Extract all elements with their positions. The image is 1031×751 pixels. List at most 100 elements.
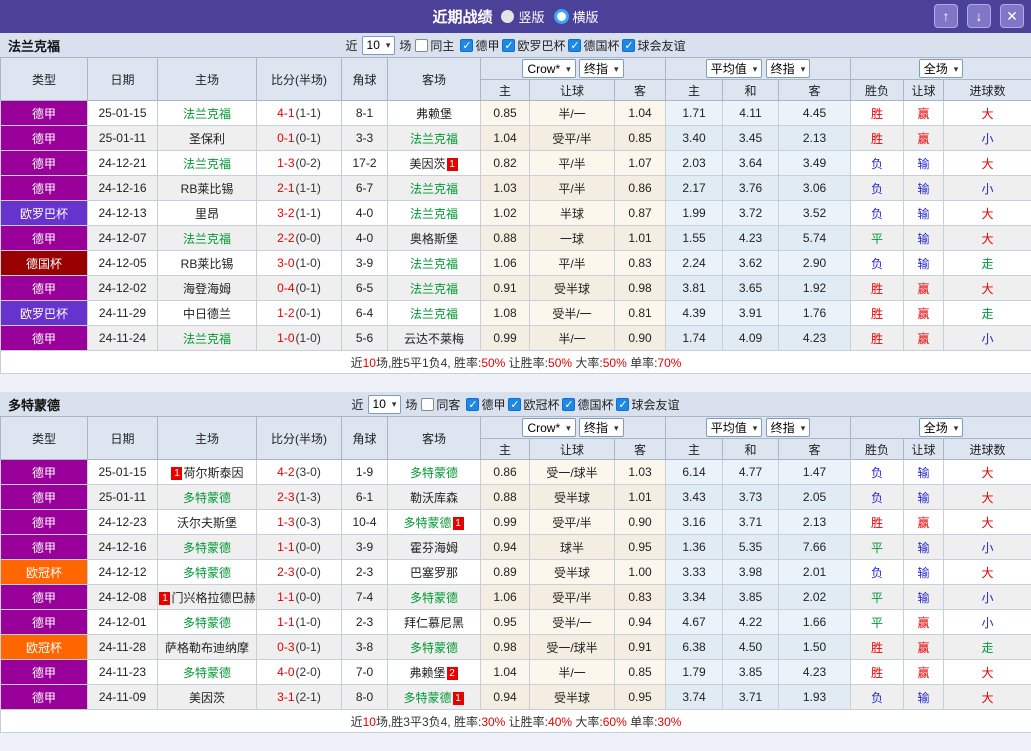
cell-score: 4-2(3-0) bbox=[257, 460, 342, 485]
cell-odds-2: 1.01 bbox=[615, 226, 666, 251]
league-filter-checkbox[interactable]: ✓德国杯 bbox=[568, 37, 619, 54]
cell-avg-0: 1.55 bbox=[666, 226, 723, 251]
same-venue-label: 同主 bbox=[430, 37, 454, 54]
checkbox-icon[interactable]: ✓ bbox=[622, 39, 635, 52]
cell-avg-1: 3.85 bbox=[723, 660, 779, 685]
cell-result-0: 平 bbox=[851, 610, 904, 635]
recent-count-select[interactable]: 10 ▾ bbox=[368, 395, 402, 414]
checkbox-icon[interactable] bbox=[415, 39, 428, 52]
cell-avg-0: 6.38 bbox=[666, 635, 723, 660]
cell-corner: 8-1 bbox=[342, 101, 388, 126]
results-table: 类型 日期 主场 比分(半场) 角球 客场 Crow*▾ 终指▾ 平均值▾ 终指… bbox=[0, 416, 1031, 733]
cell-odds-2: 0.85 bbox=[615, 660, 666, 685]
checkbox-icon[interactable]: ✓ bbox=[502, 39, 515, 52]
final-odds-select-2[interactable]: 终指▾ bbox=[766, 418, 811, 437]
match-row: 欧冠杯24-12-12多特蒙德2-3(0-0)2-3巴塞罗那0.89受半球1.0… bbox=[1, 560, 1031, 585]
cell-avg-1: 4.77 bbox=[723, 460, 779, 485]
cell-odds-1: 平/半 bbox=[530, 251, 615, 276]
half-score: (0-0) bbox=[296, 231, 321, 245]
match-scope-select[interactable]: 全场▾ bbox=[919, 59, 964, 78]
cell-home-team: 法兰克福 bbox=[158, 101, 257, 126]
full-score: 1-1 bbox=[277, 615, 294, 629]
cell-corner: 10-4 bbox=[342, 510, 388, 535]
cell-odds-0: 0.95 bbox=[481, 610, 530, 635]
cell-odds-1: 受半球 bbox=[530, 485, 615, 510]
league-filter-checkbox[interactable]: ✓德甲 bbox=[466, 396, 505, 413]
checkbox-icon[interactable]: ✓ bbox=[460, 39, 473, 52]
recent-count-value: 10 bbox=[367, 37, 380, 53]
summary-text: 近10场,胜5平1负4, 胜率:50% 让胜率:50% 大率:50% 单率:70… bbox=[1, 351, 1031, 374]
cell-home-team: 多特蒙德 bbox=[158, 660, 257, 685]
cell-avg-1: 3.62 bbox=[723, 251, 779, 276]
checkbox-icon[interactable] bbox=[421, 398, 434, 411]
summary-segment: 让胜率: bbox=[505, 715, 548, 729]
cell-away-team: 多特蒙德 bbox=[388, 460, 481, 485]
league-filter-checkbox[interactable]: ✓球会友谊 bbox=[616, 396, 679, 413]
checkbox-icon[interactable]: ✓ bbox=[466, 398, 479, 411]
results-table: 类型 日期 主场 比分(半场) 角球 客场 Crow*▾ 终指▾ 平均值▾ 终指… bbox=[0, 57, 1031, 374]
cell-result-2: 大 bbox=[944, 560, 1031, 585]
final-odds-select[interactable]: 终指▾ bbox=[579, 418, 624, 437]
final-odds-select[interactable]: 终指▾ bbox=[579, 59, 624, 78]
cell-odds-1: 受平/半 bbox=[530, 126, 615, 151]
odds-source-select[interactable]: Crow*▾ bbox=[522, 418, 575, 437]
summary-segment: 60% bbox=[603, 715, 627, 729]
cell-odds-2: 0.90 bbox=[615, 510, 666, 535]
cell-result-0: 胜 bbox=[851, 101, 904, 126]
radio-horizontal-label: 横版 bbox=[573, 7, 599, 26]
match-row: 德甲25-01-151荷尔斯泰因4-2(3-0)1-9多特蒙德0.86受一/球半… bbox=[1, 460, 1031, 485]
cell-corner: 2-3 bbox=[342, 560, 388, 585]
radio-selected-icon[interactable] bbox=[554, 9, 569, 24]
cell-result-0: 胜 bbox=[851, 301, 904, 326]
cell-avg-0: 1.79 bbox=[666, 660, 723, 685]
half-score: (0-0) bbox=[296, 590, 321, 604]
recent-count-select[interactable]: 10 ▾ bbox=[362, 36, 396, 55]
league-type-badge: 欧冠杯 bbox=[1, 560, 88, 585]
cell-odds-2: 1.07 bbox=[615, 151, 666, 176]
cell-result-1: 赢 bbox=[904, 276, 944, 301]
same-venue-checkbox[interactable]: 同主 bbox=[415, 37, 454, 54]
checkbox-icon[interactable]: ✓ bbox=[568, 39, 581, 52]
home-team-name: 沃尔夫斯堡 bbox=[177, 516, 237, 530]
layout-radio-horizontal[interactable]: 横版 bbox=[554, 7, 599, 26]
league-filter-checkbox[interactable]: ✓欧罗巴杯 bbox=[502, 37, 565, 54]
league-filter-checkbox[interactable]: ✓德国杯 bbox=[562, 396, 613, 413]
cell-corner: 2-3 bbox=[342, 610, 388, 635]
half-score: (1-1) bbox=[296, 181, 321, 195]
cell-avg-2: 1.66 bbox=[779, 610, 851, 635]
checkbox-icon[interactable]: ✓ bbox=[562, 398, 575, 411]
home-team-name: 圣保利 bbox=[189, 132, 225, 146]
avg-source-select[interactable]: 平均值▾ bbox=[706, 418, 763, 437]
avg-source-select[interactable]: 平均值▾ bbox=[706, 59, 763, 78]
radio-icon[interactable] bbox=[501, 10, 514, 23]
checkbox-icon[interactable]: ✓ bbox=[508, 398, 521, 411]
final-odds-select-2[interactable]: 终指▾ bbox=[766, 59, 811, 78]
move-down-button[interactable]: ↓ bbox=[967, 4, 991, 28]
league-type-badge: 德甲 bbox=[1, 510, 88, 535]
final-odds-value: 终指 bbox=[584, 420, 608, 436]
same-venue-checkbox[interactable]: 同客 bbox=[421, 396, 460, 413]
half-score: (1-0) bbox=[296, 615, 321, 629]
home-team-name: 多特蒙德 bbox=[183, 666, 231, 680]
cell-result-1: 输 bbox=[904, 560, 944, 585]
away-team-name: 弗赖堡 bbox=[416, 107, 452, 121]
layout-radio-vertical[interactable]: 竖版 bbox=[501, 7, 544, 26]
checkbox-icon[interactable]: ✓ bbox=[616, 398, 629, 411]
col-header-odds-away: 客 bbox=[615, 80, 666, 101]
cell-avg-2: 2.02 bbox=[779, 585, 851, 610]
league-filter-checkbox[interactable]: ✓欧冠杯 bbox=[508, 396, 559, 413]
near-label: 近 bbox=[352, 396, 364, 413]
league-filter-checkbox[interactable]: ✓球会友谊 bbox=[622, 37, 685, 54]
move-up-button[interactable]: ↑ bbox=[934, 4, 958, 28]
red-card-badge: 1 bbox=[453, 692, 464, 705]
cell-home-team: 萨格勒布迪纳摩 bbox=[158, 635, 257, 660]
summary-segment: 大率: bbox=[572, 356, 603, 370]
full-score: 0-3 bbox=[277, 640, 294, 654]
match-scope-select[interactable]: 全场▾ bbox=[919, 418, 964, 437]
cell-result-1: 赢 bbox=[904, 101, 944, 126]
away-team-name: 拜仁慕尼黑 bbox=[404, 616, 464, 630]
league-filter-checkbox[interactable]: ✓德甲 bbox=[460, 37, 499, 54]
odds-source-select[interactable]: Crow*▾ bbox=[522, 59, 575, 78]
close-button[interactable]: ✕ bbox=[1000, 4, 1024, 28]
cell-result-2: 大 bbox=[944, 201, 1031, 226]
